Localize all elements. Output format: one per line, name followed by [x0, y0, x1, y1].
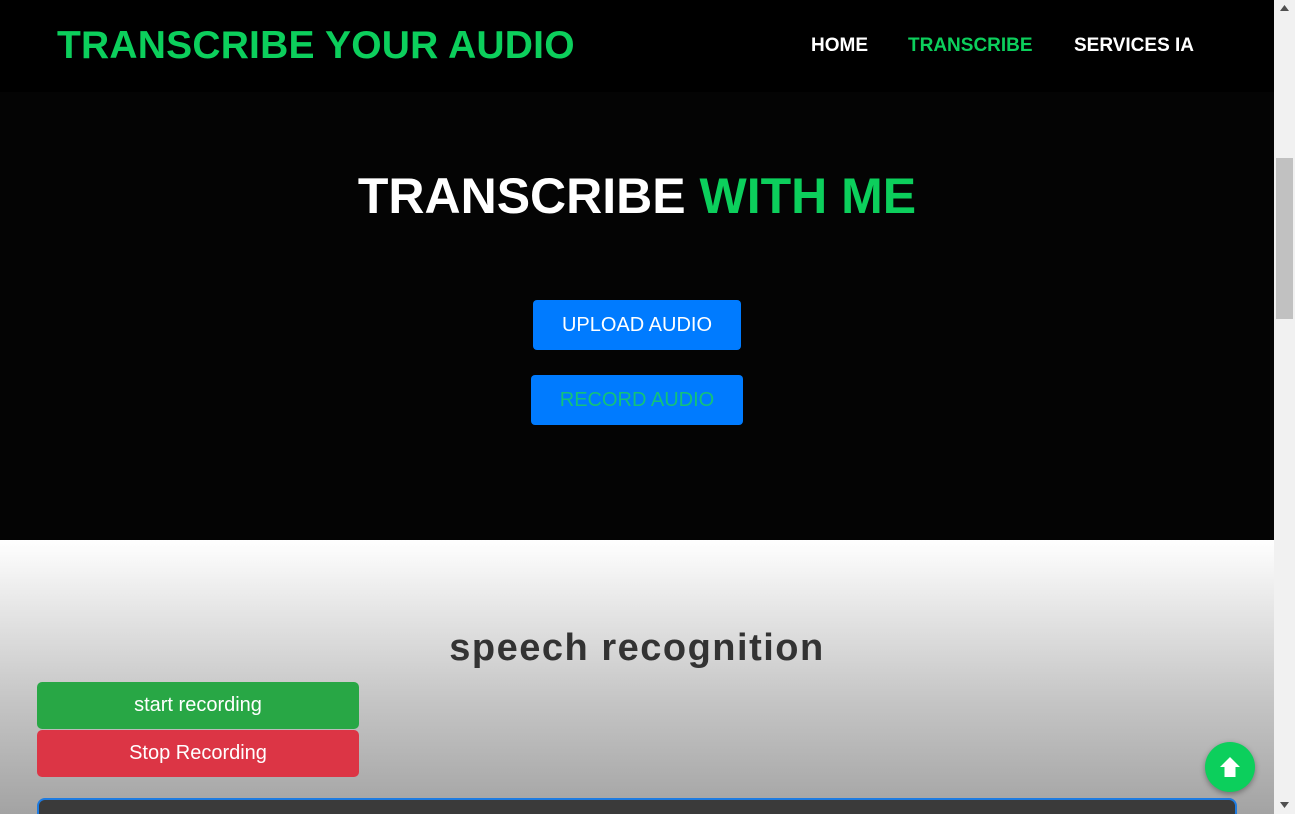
triangle-down-icon [1280, 802, 1289, 808]
nav-link-home[interactable]: HOME [811, 35, 868, 57]
navbar: TRANSCRIBE YOUR AUDIO HOME TRANSCRIBE SE… [0, 0, 1274, 92]
speech-title: speech recognition [449, 627, 825, 669]
nav-link-transcribe[interactable]: TRANSCRIBE [908, 35, 1033, 57]
hero-title: TRANSCRIBE WITH ME [0, 167, 1274, 225]
vertical-scrollbar[interactable] [1274, 0, 1295, 814]
start-recording-button[interactable]: start recording [37, 682, 359, 729]
arrow-up-icon [1220, 757, 1240, 777]
nav-link-services-ia[interactable]: SERVICES IA [1074, 35, 1194, 57]
page: TRANSCRIBE YOUR AUDIO HOME TRANSCRIBE SE… [0, 0, 1274, 814]
scroll-down-arrow[interactable] [1274, 797, 1295, 814]
hero-title-main: TRANSCRIBE [357, 168, 700, 224]
brand-title[interactable]: TRANSCRIBE YOUR AUDIO [57, 24, 575, 68]
stop-recording-button[interactable]: Stop Recording [37, 730, 359, 777]
hero-title-accent: WITH ME [699, 168, 917, 224]
upload-audio-button[interactable]: UPLOAD AUDIO [533, 300, 741, 350]
scrollbar-thumb[interactable] [1276, 158, 1293, 319]
triangle-up-icon [1280, 5, 1289, 11]
back-to-top-button[interactable] [1205, 742, 1255, 792]
transcript-output[interactable] [37, 798, 1237, 814]
browser-viewport: TRANSCRIBE YOUR AUDIO HOME TRANSCRIBE SE… [0, 0, 1295, 814]
scroll-up-arrow[interactable] [1274, 0, 1295, 17]
hero-section: TRANSCRIBE WITH ME UPLOAD AUDIO RECORD A… [0, 92, 1274, 540]
speech-recognition-section: speech recognition start recording Stop … [0, 540, 1274, 814]
record-audio-button[interactable]: RECORD AUDIO [531, 375, 743, 425]
